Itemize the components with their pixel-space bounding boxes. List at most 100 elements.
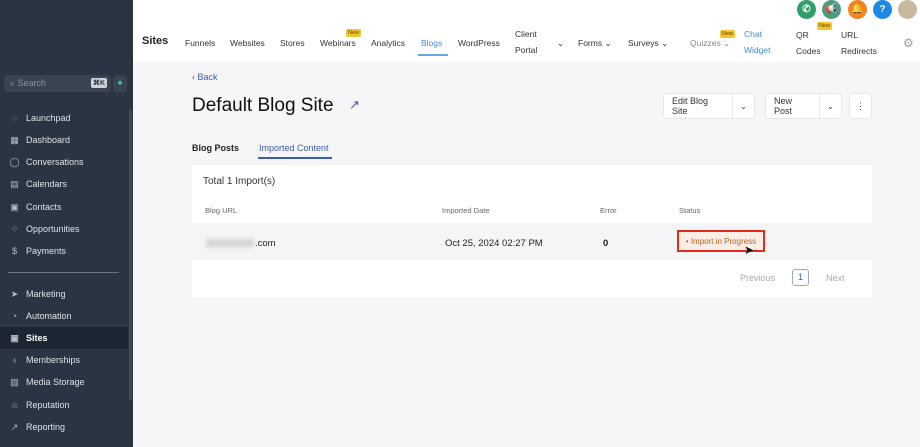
sidebar-item-sites[interactable]: ▣ Sites bbox=[0, 327, 128, 349]
sidebar-item-reputation[interactable]: ☆ Reputation bbox=[0, 394, 128, 416]
sidebar-item-marketing[interactable]: ➤ Marketing bbox=[0, 283, 128, 305]
sidebar-item-label: Payments bbox=[26, 246, 67, 256]
phone-icon[interactable]: ✆ bbox=[797, 0, 816, 19]
new-badge: New bbox=[346, 29, 362, 37]
top-header: Sites Funnels Websites Stores New Webina… bbox=[133, 0, 920, 62]
nav-client-portal-line2[interactable]: Portal bbox=[515, 45, 537, 55]
sidebar-item-automation[interactable]: ◔ Automation bbox=[0, 305, 128, 327]
sidebar-item-label: Media Storage bbox=[26, 377, 85, 387]
nav-chat-widget-line1[interactable]: Chat bbox=[744, 29, 762, 39]
sidebar-item-launchpad[interactable]: ◌ Launchpad bbox=[0, 107, 128, 129]
previous-page-button[interactable]: Previous bbox=[740, 273, 775, 283]
rocket-icon: ◌ bbox=[11, 112, 18, 123]
nav-forms[interactable]: Forms ⌄ bbox=[578, 38, 612, 49]
page-number-button[interactable]: 1 bbox=[792, 269, 809, 286]
nav-url-redirects-line2[interactable]: Redirects bbox=[841, 46, 877, 56]
sidebar-item-opportunities[interactable]: ⁘ Opportunities bbox=[0, 218, 128, 240]
new-badge: New bbox=[817, 22, 833, 30]
contacts-icon: ▣ bbox=[10, 201, 19, 212]
active-nav-underline bbox=[418, 54, 448, 56]
sidebar-item-calendars[interactable]: ▤ Calendars bbox=[0, 173, 128, 195]
chevron-down-icon[interactable]: ⌄ bbox=[820, 102, 841, 111]
edit-blog-site-label: Edit Blog Site bbox=[664, 94, 733, 118]
column-header-status: Status bbox=[679, 206, 701, 215]
column-header-imported-date: Imported Date bbox=[442, 206, 490, 215]
gear-icon[interactable]: ⚙ bbox=[903, 36, 914, 50]
new-post-label: New Post bbox=[766, 94, 820, 118]
nav-qr-codes-line2[interactable]: Codes bbox=[796, 46, 821, 56]
section-title: Sites bbox=[142, 35, 169, 47]
nav-client-portal-line1[interactable]: Client bbox=[515, 29, 537, 39]
opportunities-icon: ⁘ bbox=[10, 223, 19, 234]
nav-quizzes[interactable]: Quizzes ⌄ bbox=[690, 38, 730, 49]
grid-icon: ▦ bbox=[10, 134, 19, 145]
error-count-cell: 0 bbox=[603, 238, 609, 249]
ai-spark-button[interactable]: ✦ bbox=[113, 75, 127, 92]
column-header-error: Error bbox=[600, 206, 617, 215]
sidebar-item-label: Reporting bbox=[26, 422, 66, 432]
star-icon: ☆ bbox=[10, 399, 19, 410]
tab-blog-posts[interactable]: Blog Posts bbox=[192, 143, 239, 153]
chevron-down-icon[interactable]: ⌄ bbox=[733, 102, 754, 111]
sidebar-item-label: Opportunities bbox=[26, 224, 80, 234]
sidebar-item-media-storage[interactable]: ▨ Media Storage bbox=[0, 371, 128, 393]
nav-webinars[interactable]: Webinars bbox=[320, 38, 356, 48]
chevron-down-icon[interactable]: ⌄ bbox=[557, 38, 564, 49]
more-options-button[interactable]: ⋮ bbox=[849, 93, 872, 119]
table-row[interactable]: .com Oct 25, 2024 02:27 PM 0 • Import in… bbox=[192, 223, 872, 260]
nav-quizzes-label: Quizzes bbox=[690, 38, 721, 48]
sidebar-item-dashboard[interactable]: ▦ Dashboard bbox=[0, 129, 128, 151]
sidebar-item-payments[interactable]: $ Payments bbox=[0, 240, 128, 262]
help-icon[interactable]: ? bbox=[873, 0, 892, 19]
new-post-button[interactable]: New Post ⌄ bbox=[765, 93, 842, 119]
shortcut-badge: ⌘K bbox=[90, 78, 107, 88]
blog-url-cell: .com bbox=[206, 238, 276, 249]
sidebar-item-reporting[interactable]: ↗ Reporting bbox=[0, 416, 128, 438]
avatar[interactable] bbox=[898, 0, 917, 19]
bell-icon[interactable]: 🔔 bbox=[848, 0, 867, 19]
next-page-button[interactable]: Next bbox=[826, 273, 845, 283]
nav-websites[interactable]: Websites bbox=[230, 38, 265, 48]
nav-blogs[interactable]: Blogs bbox=[421, 38, 442, 48]
nav-stores[interactable]: Stores bbox=[280, 38, 305, 48]
sidebar-item-contacts[interactable]: ▣ Contacts bbox=[0, 196, 128, 218]
nav-forms-label: Forms bbox=[578, 38, 603, 48]
sidebar-item-label: Marketing bbox=[26, 289, 66, 299]
nav-wordpress[interactable]: WordPress bbox=[458, 38, 500, 48]
nav-funnels[interactable]: Funnels bbox=[185, 38, 215, 48]
search-input[interactable]: ⌕ Search ⌘K bbox=[4, 75, 111, 92]
sidebar-item-label: Sites bbox=[26, 333, 48, 343]
tab-imported-content[interactable]: Imported Content bbox=[259, 143, 329, 153]
back-link[interactable]: ‹ Back bbox=[192, 72, 218, 82]
sites-icon: ▣ bbox=[10, 332, 19, 343]
megaphone-icon[interactable]: 📢 bbox=[822, 0, 841, 19]
nav-url-redirects-line1[interactable]: URL bbox=[841, 30, 858, 40]
trend-icon: ↗ bbox=[10, 421, 19, 432]
nav-chat-widget-line2[interactable]: Widget bbox=[744, 45, 770, 55]
nav-analytics[interactable]: Analytics bbox=[371, 38, 405, 48]
sidebar-item-label: Automation bbox=[26, 311, 72, 321]
sidebar-item-memberships[interactable]: ♁ Memberships bbox=[0, 349, 128, 371]
sidebar-item-label: Memberships bbox=[26, 355, 81, 365]
nav-surveys[interactable]: Surveys ⌄ bbox=[628, 38, 668, 49]
sidebar-item-label: Calendars bbox=[26, 179, 68, 189]
sidebar-divider bbox=[8, 272, 119, 273]
sidebar-scrollbar[interactable] bbox=[129, 110, 132, 400]
external-link-icon[interactable]: ↗ bbox=[349, 97, 360, 113]
sidebar-item-conversations[interactable]: ◯ Conversations bbox=[0, 151, 128, 173]
new-badge: New bbox=[720, 30, 736, 38]
blog-url-suffix: .com bbox=[255, 238, 276, 249]
total-imports: Total 1 Import(s) bbox=[203, 176, 276, 187]
nav-surveys-label: Surveys bbox=[628, 38, 659, 48]
nav-qr-codes-line1[interactable]: QR bbox=[796, 30, 809, 40]
send-icon: ➤ bbox=[10, 288, 19, 299]
sidebar: ⌕ Search ⌘K ✦ ◌ Launchpad ▦ Dashboard ◯ Conv… bbox=[0, 0, 133, 447]
chat-icon: ◯ bbox=[9, 156, 20, 167]
sidebar-item-label: Contacts bbox=[26, 202, 62, 212]
imports-table-card: Total 1 Import(s) Blog URL Imported Date… bbox=[192, 165, 872, 297]
kebab-icon: ⋮ bbox=[856, 100, 865, 111]
sidebar-item-label: Dashboard bbox=[26, 135, 71, 145]
edit-blog-site-button[interactable]: Edit Blog Site ⌄ bbox=[663, 93, 755, 119]
sidebar-item-label: Conversations bbox=[26, 157, 84, 167]
page-title: Default Blog Site bbox=[192, 95, 334, 116]
